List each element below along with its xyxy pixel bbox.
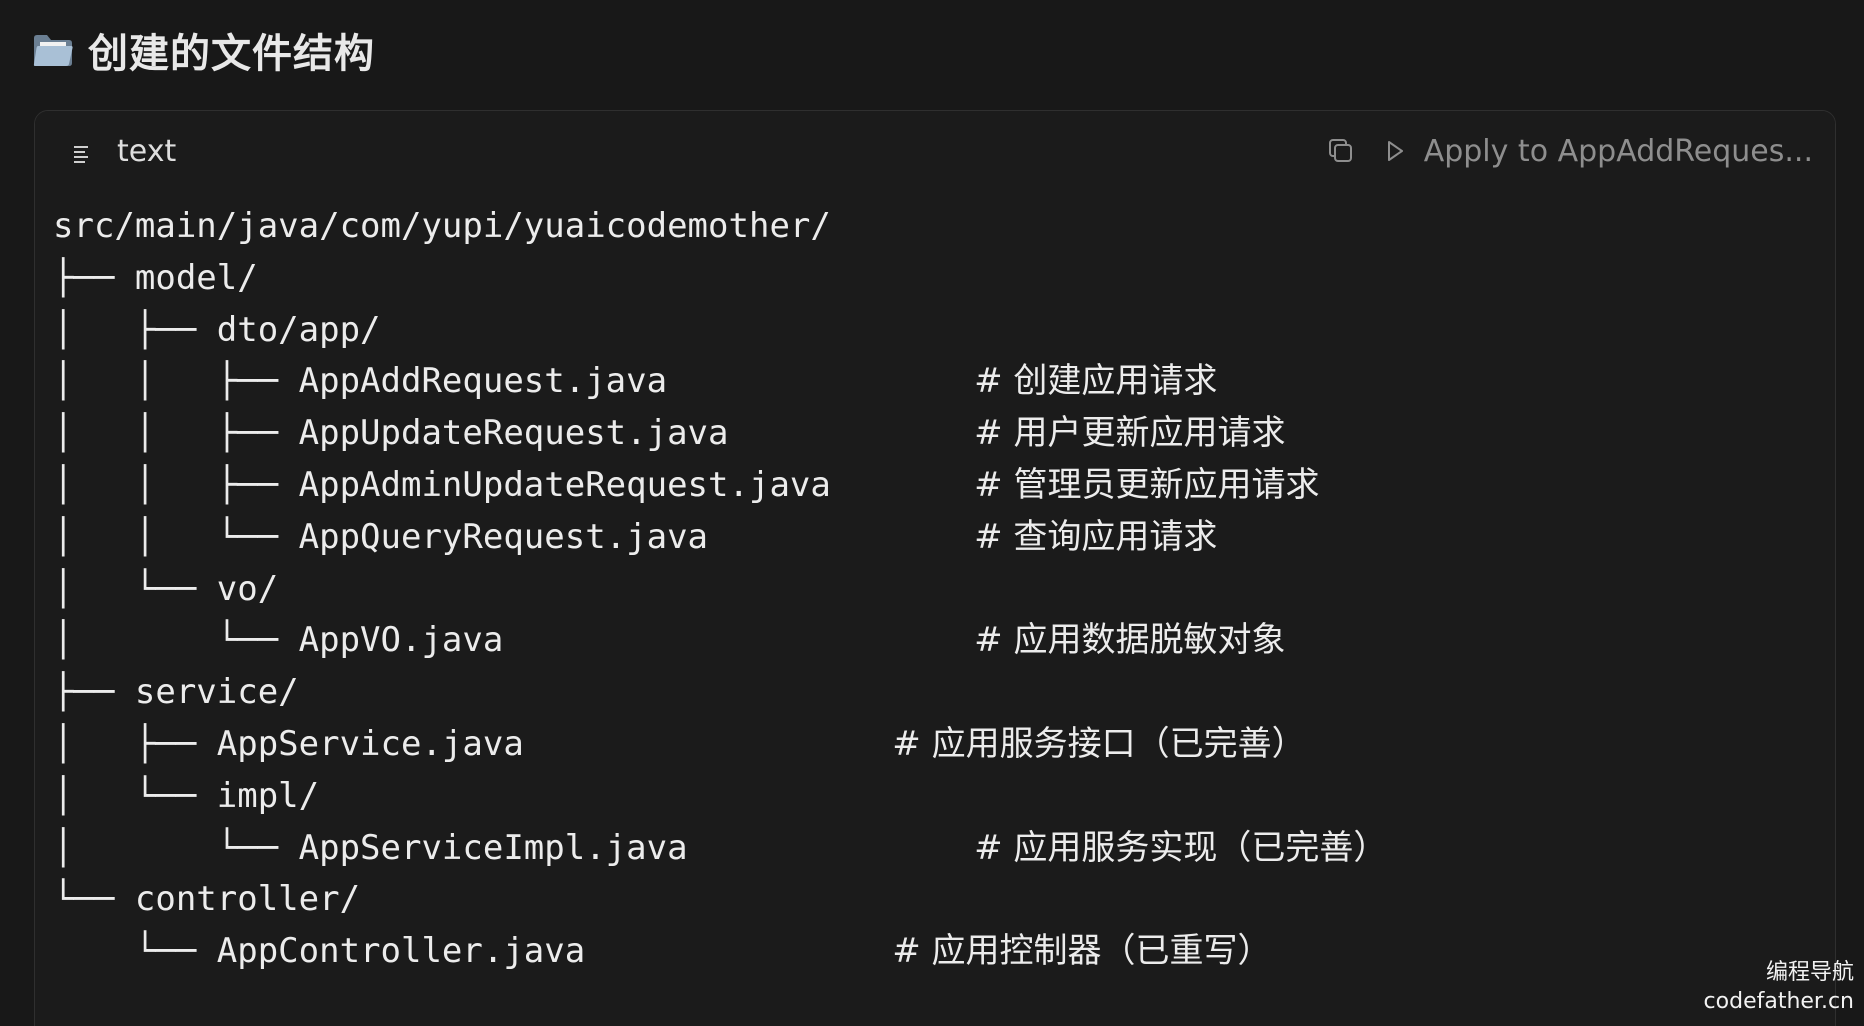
tree-path: │ │ ├── AppUpdateRequest.java: [53, 413, 729, 454]
code-comment: # 查询应用请求: [974, 516, 1218, 557]
tree-path: │ │ ├── AppAdminUpdateRequest.java: [53, 464, 831, 505]
watermark-url: codefather.cn: [1703, 989, 1854, 1014]
tree-path: src/main/java/com/yupi/yuaicodemother/: [53, 206, 831, 246]
tree-path: │ │ └── AppQueryRequest.java: [53, 516, 709, 557]
tree-path: ├── service/: [53, 672, 299, 713]
code-comment: # 应用服务实现（已完善）: [974, 827, 1388, 868]
code-line: │ ├── dto/app/: [53, 305, 1835, 357]
apply-button[interactable]: Apply to AppAddReques...: [1380, 134, 1813, 169]
tree-path: │ ├── dto/app/: [53, 309, 381, 350]
apply-button-label: Apply to AppAddReques...: [1423, 133, 1813, 169]
lines-icon: [71, 139, 95, 163]
tree-path: │ └── impl/: [53, 775, 320, 816]
code-line: ├── service/: [53, 667, 1835, 719]
code-line: │ ├── AppService.java # 应用服务接口（已完善）: [53, 719, 1835, 771]
copy-icon[interactable]: [1326, 136, 1356, 166]
code-block: text Apply to AppAddReques... src/main/j…: [34, 110, 1836, 1026]
folder-icon: [32, 32, 74, 68]
code-comment: # 应用数据脱敏对象: [974, 620, 1286, 661]
code-comment: # 用户更新应用请求: [974, 413, 1286, 454]
code-line: │ │ ├── AppUpdateRequest.java # 用户更新应用请求: [53, 408, 1835, 460]
code-comment: # 管理员更新应用请求: [974, 464, 1320, 505]
tree-path: │ └── AppVO.java: [53, 620, 504, 661]
code-line: └── AppController.java # 应用控制器（已重写）: [53, 926, 1835, 978]
code-line: ├── model/: [53, 253, 1835, 305]
code-comment: # 应用控制器（已重写）: [892, 931, 1272, 972]
section-heading: 创建的文件结构: [32, 18, 375, 82]
code-line: │ │ ├── AppAddRequest.java # 创建应用请求: [53, 356, 1835, 408]
play-icon: [1380, 136, 1410, 166]
code-line: │ └── AppServiceImpl.java # 应用服务实现（已完善）: [53, 823, 1835, 875]
tree-path: │ └── vo/: [53, 568, 279, 609]
code-line: │ └── AppVO.java # 应用数据脱敏对象: [53, 615, 1835, 667]
tree-path: │ └── AppServiceImpl.java: [53, 827, 688, 868]
code-comment: # 创建应用请求: [974, 361, 1218, 402]
code-body: src/main/java/com/yupi/yuaicodemother/ ├…: [35, 191, 1835, 978]
code-line: │ │ └── AppQueryRequest.java # 查询应用请求: [53, 512, 1835, 564]
code-line: src/main/java/com/yupi/yuaicodemother/: [53, 201, 1835, 253]
watermark: 编程导航 codefather.cn: [1704, 958, 1854, 1016]
tree-path: ├── model/: [53, 257, 258, 298]
code-language: text: [71, 134, 176, 169]
code-line: │ └── impl/: [53, 771, 1835, 823]
code-line: └── controller/: [53, 874, 1835, 926]
code-actions: Apply to AppAddReques...: [1326, 134, 1813, 169]
page: 创建的文件结构 text Apply to AppAddReques... sr…: [0, 0, 1864, 1026]
watermark-title: 编程导航: [1765, 960, 1854, 985]
tree-path: └── controller/: [53, 879, 361, 920]
code-comment: # 应用服务接口（已完善）: [892, 723, 1306, 764]
code-line: │ │ ├── AppAdminUpdateRequest.java # 管理员…: [53, 460, 1835, 512]
code-language-label: text: [117, 133, 177, 169]
tree-path: │ │ ├── AppAddRequest.java: [53, 361, 668, 402]
tree-path: │ ├── AppService.java: [53, 723, 524, 764]
page-title: 创建的文件结构: [88, 31, 375, 77]
code-block-header: text Apply to AppAddReques...: [35, 111, 1835, 191]
tree-path: └── AppController.java: [53, 931, 586, 972]
code-line: │ └── vo/: [53, 564, 1835, 616]
